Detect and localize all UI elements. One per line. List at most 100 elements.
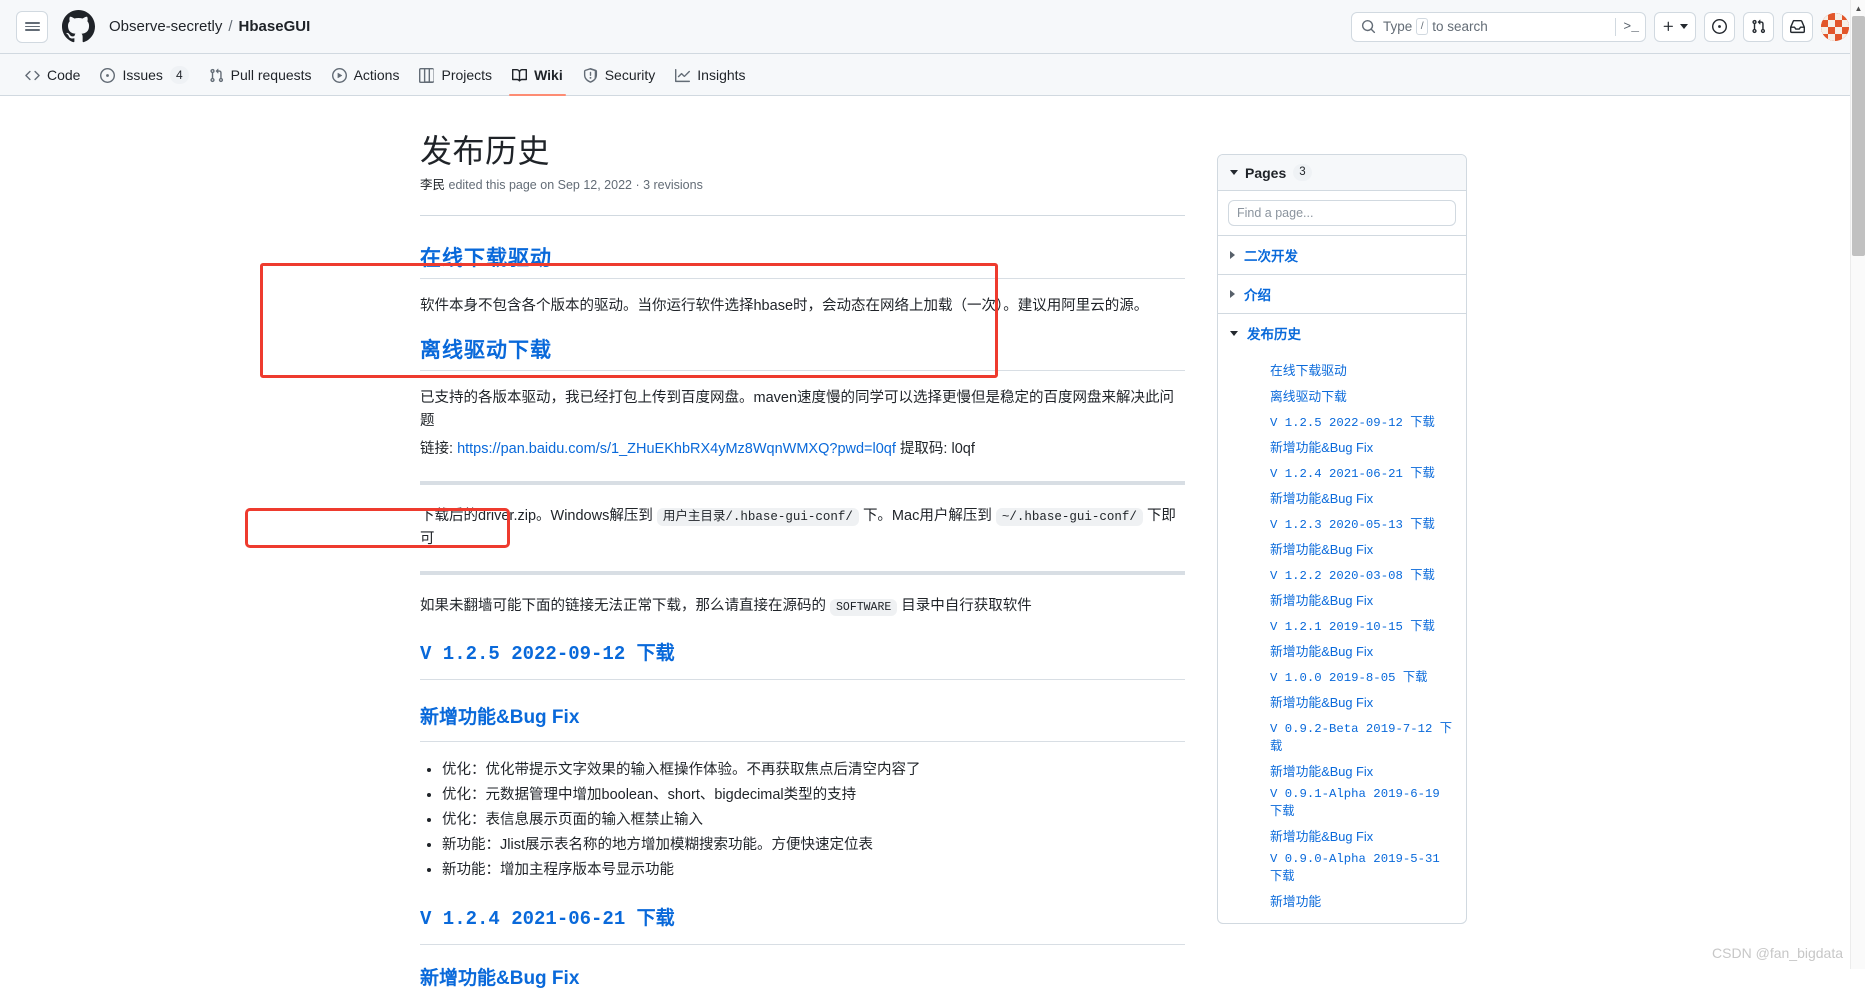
heading-rule <box>420 278 1185 279</box>
issues-button[interactable] <box>1704 11 1735 42</box>
unzip-pre: 下载后的driver.zip。Windows解压到 <box>420 507 653 524</box>
slash-key-badge: / <box>1416 18 1429 35</box>
heading-online-driver: 在线下载驱动 <box>420 247 552 270</box>
heading-rule-5 <box>420 944 1185 945</box>
tab-issues[interactable]: Issues 4 <box>91 54 197 95</box>
heading-rule-3 <box>420 679 1185 681</box>
tab-wiki-label: Wiki <box>534 67 563 83</box>
pages-subitem[interactable]: V 0.9.1-Alpha 2019-6-19 下载 <box>1218 783 1466 822</box>
pages-subitem[interactable]: V 1.0.0 2019-8-05 下载 <box>1218 663 1466 688</box>
pages-subitem[interactable]: 新增功能&Bug Fix <box>1218 822 1466 848</box>
pages-group-label[interactable]: 介绍 <box>1244 284 1271 304</box>
search-divider <box>1615 17 1617 36</box>
code-windows-path: 用户主目录/.hbase-gui-conf/ <box>656 507 859 526</box>
avatar[interactable] <box>1821 12 1849 41</box>
heading-rule-4 <box>420 741 1185 743</box>
page-author[interactable]: 李民 <box>420 178 445 192</box>
pages-subitem[interactable]: 新增功能&Bug Fix <box>1218 433 1466 459</box>
pages-count-badge: 3 <box>1293 164 1312 181</box>
chevron-right-icon <box>1230 290 1235 298</box>
list-item: 新功能：Jlist展示表名称的地方增加模糊搜索功能。方便快速定位表 <box>442 833 1185 858</box>
markdown-body: 在线下载驱动 软件本身不包含各个版本的驱动。当你运行软件选择hbase时，会动态… <box>420 242 1185 990</box>
pages-search-container <box>1218 191 1466 236</box>
pages-subitem[interactable]: 离线驱动下载 <box>1218 382 1466 408</box>
pages-subitem[interactable]: 新增功能&Bug Fix <box>1218 484 1466 510</box>
breadcrumb-repo[interactable]: HbaseGUI <box>239 18 311 35</box>
pages-subitem[interactable]: 新增功能&Bug Fix <box>1218 535 1466 561</box>
pages-subitem[interactable]: 新增功能&Bug Fix <box>1218 586 1466 612</box>
notifications-button[interactable] <box>1782 11 1813 42</box>
heading-features-125: 新增功能&Bug Fix <box>420 707 580 729</box>
search-placeholder: Type / to search <box>1383 18 1488 35</box>
page-meta-text: edited this page on Sep 12, 2022 · 3 rev… <box>448 178 703 192</box>
issue-opened-icon <box>100 67 116 83</box>
heading-offline-driver: 离线驱动下载 <box>420 339 552 363</box>
pages-subitem[interactable]: V 0.9.2-Beta 2019-7-12 下载 <box>1218 714 1466 757</box>
pages-subitem[interactable]: V 1.2.2 2020-03-08 下载 <box>1218 561 1466 586</box>
pages-subitem[interactable]: 新增功能 <box>1218 887 1466 913</box>
inbox-icon <box>1790 19 1805 34</box>
pages-group-release-history[interactable]: 发布历史 <box>1218 314 1466 352</box>
github-logo-icon[interactable] <box>62 10 95 43</box>
header-actions: Type / to search >_ <box>1351 11 1849 42</box>
link-suffix: 提取码: l0qf <box>899 440 975 457</box>
command-palette-icon[interactable]: >_ <box>1623 19 1639 34</box>
tab-actions[interactable]: Actions <box>323 54 409 95</box>
watermark: CSDN @fan_bigdata <box>1712 945 1843 961</box>
pages-subitem[interactable]: 新增功能&Bug Fix <box>1218 757 1466 783</box>
tab-pull-requests-label: Pull requests <box>230 67 312 83</box>
tab-code-label: Code <box>47 67 81 83</box>
search-icon <box>1361 19 1376 34</box>
section-divider-1 <box>420 480 1185 485</box>
list-item: 优化：元数据管理中增加boolean、short、bigdecimal类型的支持 <box>442 783 1185 808</box>
tab-pull-requests[interactable]: Pull requests <box>200 54 321 95</box>
vertical-scrollbar[interactable]: ▲ <box>1850 0 1865 969</box>
tab-security[interactable]: Security <box>574 54 665 95</box>
tab-wiki[interactable]: Wiki <box>503 54 572 96</box>
plus-icon <box>1663 21 1673 31</box>
breadcrumb-separator: / <box>228 18 233 35</box>
chevron-down-icon <box>1230 170 1238 175</box>
pages-subitem[interactable]: 新增功能&Bug Fix <box>1218 637 1466 663</box>
git-pull-request-icon <box>210 68 223 82</box>
pages-subitem[interactable]: 在线下载驱动 <box>1218 356 1466 382</box>
pages-subitem[interactable]: V 1.2.3 2020-05-13 下载 <box>1218 510 1466 535</box>
paragraph-unzip: 下载后的driver.zip。Windows解压到 用户主目录/.hbase-g… <box>420 505 1185 551</box>
chevron-right-icon <box>1230 251 1235 259</box>
scrollbar-thumb[interactable] <box>1852 16 1865 256</box>
global-header: Observe-secretly / HbaseGUI Type / to se… <box>0 0 1865 54</box>
tab-insights[interactable]: Insights <box>666 54 754 95</box>
code-icon <box>25 70 40 80</box>
pull-requests-button[interactable] <box>1743 11 1774 42</box>
create-new-button[interactable] <box>1654 11 1696 42</box>
pages-group-secondary-dev[interactable]: 二次开发 <box>1218 236 1466 275</box>
baidu-pan-link[interactable]: https://pan.baidu.com/s/1_ZHuEKhbRX4yMz8… <box>457 441 896 457</box>
pages-subitem[interactable]: V 1.2.5 2022-09-12 下载 <box>1218 408 1466 433</box>
page-meta: 李民 edited this page on Sep 12, 2022 · 3 … <box>420 174 1185 193</box>
pages-group-label[interactable]: 发布历史 <box>1247 323 1301 343</box>
repo-nav: Code Issues 4 Pull requests Actions Proj… <box>0 54 1865 96</box>
issues-count-badge: 4 <box>169 66 189 84</box>
pages-subitem[interactable]: V 0.9.0-Alpha 2019-5-31 下载 <box>1218 848 1466 887</box>
hamburger-menu-icon[interactable] <box>16 10 48 43</box>
breadcrumb-owner[interactable]: Observe-secretly <box>109 18 222 35</box>
avatar-image <box>1821 12 1849 41</box>
tab-projects[interactable]: Projects <box>410 54 501 95</box>
tab-projects-label: Projects <box>441 67 493 83</box>
scroll-up-arrow[interactable]: ▲ <box>1851 0 1865 16</box>
code-software-dir: SOFTWARE <box>830 599 898 617</box>
heading-rule-2 <box>420 370 1185 372</box>
pages-header[interactable]: Pages 3 <box>1218 155 1466 191</box>
search-input[interactable]: Type / to search >_ <box>1351 11 1646 42</box>
pages-group-intro[interactable]: 介绍 <box>1218 275 1466 314</box>
find-a-page-input[interactable] <box>1228 200 1456 226</box>
tab-code[interactable]: Code <box>16 54 89 95</box>
pages-group-label[interactable]: 二次开发 <box>1244 245 1298 265</box>
wiki-content: 发布历史 李民 edited this page on Sep 12, 2022… <box>155 126 1185 990</box>
pages-subitem[interactable]: V 1.2.1 2019-10-15 下载 <box>1218 612 1466 637</box>
pages-subitem[interactable]: 新增功能&Bug Fix <box>1218 688 1466 714</box>
heading-release-124: V 1.2.4 2021-06-21 下载 <box>420 908 675 930</box>
table-icon <box>419 67 435 83</box>
play-icon <box>331 67 347 83</box>
pages-subitem[interactable]: V 1.2.4 2021-06-21 下载 <box>1218 459 1466 484</box>
